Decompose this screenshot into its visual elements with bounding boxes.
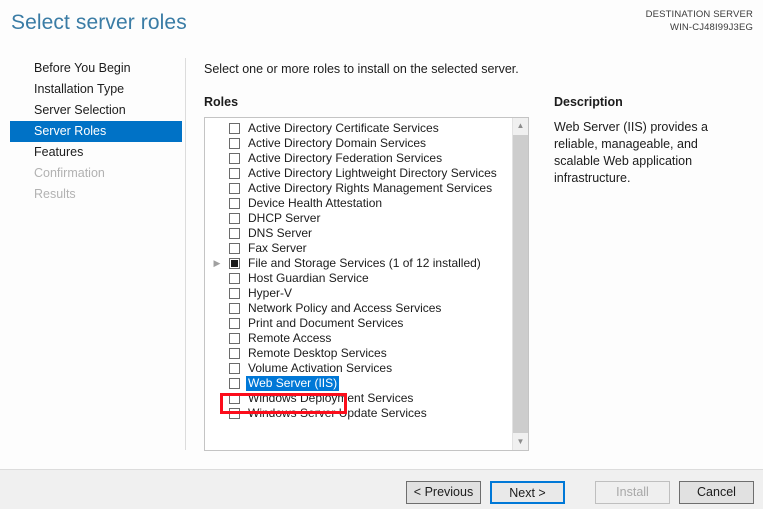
wizard-navigation-sidebar: Before You Begin Installation Type Server … — [0, 58, 185, 458]
role-checkbox[interactable] — [229, 243, 240, 254]
role-list-item[interactable]: Windows Server Update Services — [205, 406, 512, 421]
role-label: Active Directory Rights Management Servi… — [248, 181, 493, 195]
role-checkbox[interactable] — [229, 378, 240, 389]
role-checkbox[interactable] — [229, 303, 240, 314]
cancel-button[interactable]: Cancel — [679, 481, 754, 504]
role-label: Hyper-V — [248, 286, 293, 300]
role-list-item[interactable]: Active Directory Rights Management Servi… — [205, 181, 512, 196]
role-list-item[interactable]: Fax Server — [205, 241, 512, 256]
sidebar-item-results: Results — [10, 184, 182, 205]
role-checkbox[interactable] — [229, 138, 240, 149]
role-list-item[interactable]: Print and Document Services — [205, 316, 512, 331]
role-list-item[interactable]: Active Directory Domain Services — [205, 136, 512, 151]
destination-server-info: DESTINATION SERVER WIN-CJ48I99J3EG — [646, 8, 753, 34]
role-checkbox[interactable] — [229, 348, 240, 359]
role-list-item[interactable]: Active Directory Lightweight Directory S… — [205, 166, 512, 181]
role-checkbox[interactable] — [229, 213, 240, 224]
role-label: Active Directory Lightweight Directory S… — [248, 166, 497, 180]
sidebar-item-server-roles[interactable]: Server Roles — [10, 121, 182, 142]
role-checkbox[interactable] — [229, 393, 240, 404]
role-list-item[interactable]: DHCP Server — [205, 211, 512, 226]
triangle-right-icon[interactable]: ▶ — [212, 256, 222, 271]
role-list-item[interactable]: Web Server (IIS) — [205, 376, 512, 391]
sidebar-item-label: Installation Type — [34, 82, 125, 96]
role-checkbox[interactable] — [229, 408, 240, 419]
destination-server-name: WIN-CJ48I99J3EG — [669, 22, 753, 33]
destination-server-label: DESTINATION SERVER — [645, 9, 753, 20]
role-list-item[interactable]: Hyper-V — [205, 286, 512, 301]
role-list-item[interactable]: Network Policy and Access Services — [205, 301, 512, 316]
role-list-item[interactable]: Device Health Attestation — [205, 196, 512, 211]
sidebar-item-installation-type[interactable]: Installation Type — [10, 79, 182, 100]
role-checkbox[interactable] — [229, 183, 240, 194]
role-checkbox[interactable] — [229, 333, 240, 344]
sidebar-item-label: Confirmation — [34, 166, 105, 180]
role-checkbox[interactable] — [229, 273, 240, 284]
role-list-item[interactable]: Remote Desktop Services — [205, 346, 512, 361]
role-label: Web Server (IIS) — [246, 376, 340, 391]
role-checkbox[interactable] — [229, 318, 240, 329]
role-list-item[interactable]: Windows Deployment Services — [205, 391, 512, 406]
role-checkbox[interactable] — [229, 198, 240, 209]
sidebar-divider — [185, 58, 186, 450]
roles-list: Active Directory Certificate Services Act… — [205, 121, 512, 421]
role-label: Windows Server Update Services — [248, 406, 427, 420]
role-label: Active Directory Domain Services — [248, 136, 427, 150]
sidebar-item-label: Features — [34, 145, 84, 159]
role-list-item[interactable]: Remote Access — [205, 331, 512, 346]
role-label: Fax Server — [248, 241, 307, 255]
wizard-header: Select server roles DESTINATION SERVER W… — [0, 0, 763, 45]
role-list-item[interactable]: Active Directory Federation Services — [205, 151, 512, 166]
sidebar-item-confirmation: Confirmation — [10, 163, 182, 184]
role-label: Remote Desktop Services — [248, 346, 387, 360]
role-label: Active Directory Certificate Services — [248, 121, 439, 135]
role-label: Active Directory Federation Services — [248, 151, 443, 165]
role-label: Remote Access — [248, 331, 332, 345]
sidebar-item-label: Server Roles — [34, 124, 107, 138]
scrollbar-thumb[interactable] — [513, 135, 528, 433]
role-checkbox[interactable] — [229, 363, 240, 374]
sidebar-item-label: Server Selection — [34, 103, 126, 117]
role-list-item[interactable]: DNS Server — [205, 226, 512, 241]
role-checkbox[interactable] — [229, 123, 240, 134]
role-label: Print and Document Services — [248, 316, 404, 330]
sidebar-item-label: Results — [34, 187, 76, 201]
chevron-down-icon[interactable]: ▼ — [513, 434, 528, 450]
role-label: DHCP Server — [248, 211, 321, 225]
role-checkbox[interactable] — [229, 153, 240, 164]
description-body: Web Server (IIS) provides a reliable, ma… — [554, 120, 708, 185]
role-checkbox[interactable] — [229, 168, 240, 179]
role-list-item[interactable]: Volume Activation Services — [205, 361, 512, 376]
roles-scrollbar[interactable]: ▲ ▼ — [512, 118, 528, 450]
role-label: Network Policy and Access Services — [248, 301, 442, 315]
roles-listbox[interactable]: Active Directory Certificate Services Act… — [204, 117, 529, 451]
role-checkbox[interactable] — [229, 288, 240, 299]
roles-section-label: Roles — [204, 95, 239, 109]
role-list-item[interactable]: ▶ File and Storage Services (1 of 12 inst… — [205, 256, 512, 271]
role-label: Device Health Attestation — [248, 196, 383, 210]
role-checkbox[interactable] — [229, 258, 240, 269]
install-button: Install — [595, 481, 670, 504]
chevron-up-icon[interactable]: ▲ — [513, 118, 528, 134]
role-label: DNS Server — [248, 226, 313, 240]
role-label: Host Guardian Service — [248, 271, 369, 285]
sidebar-item-before-you-begin[interactable]: Before You Begin — [10, 58, 182, 79]
wizard-footer: < Previous Next > Install Cancel — [0, 470, 763, 509]
role-list-item[interactable]: Active Directory Certificate Services — [205, 121, 512, 136]
previous-button[interactable]: < Previous — [406, 481, 481, 504]
sidebar-item-features[interactable]: Features — [10, 142, 182, 163]
instruction-text: Select one or more roles to install on t… — [204, 62, 519, 76]
sidebar-item-server-selection[interactable]: Server Selection — [10, 100, 182, 121]
page-title: Select server roles — [11, 11, 187, 34]
description-title: Description — [554, 95, 623, 109]
role-label: File and Storage Services (1 of 12 insta… — [248, 256, 481, 270]
role-label: Volume Activation Services — [248, 361, 393, 375]
role-checkbox[interactable] — [229, 228, 240, 239]
sidebar-item-label: Before You Begin — [34, 61, 131, 75]
role-label: Windows Deployment Services — [248, 391, 414, 405]
role-list-item[interactable]: Host Guardian Service — [205, 271, 512, 286]
next-button[interactable]: Next > — [490, 481, 565, 504]
